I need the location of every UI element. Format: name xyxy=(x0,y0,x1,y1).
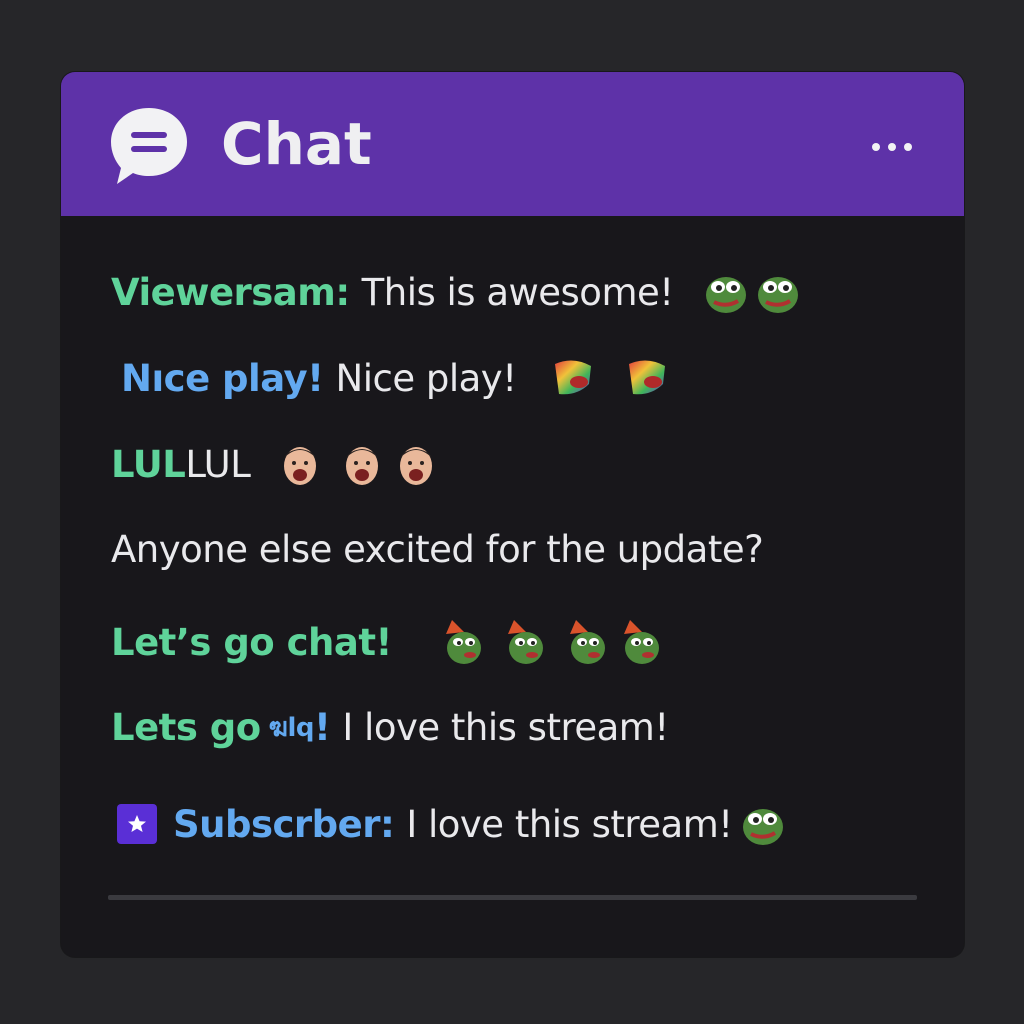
username[interactable]: LUL xyxy=(111,443,186,486)
laughing-face-icon xyxy=(392,440,440,488)
rainbow-pogchamp-icon xyxy=(549,354,597,402)
chat-message: Let’s go chat! xyxy=(111,618,666,666)
message-text: This is awesome! xyxy=(361,270,674,314)
laughing-face-icon xyxy=(276,440,324,488)
username[interactable]: Nıce play! xyxy=(121,357,324,400)
more-horizontal-icon[interactable] xyxy=(862,132,922,162)
subscriber-star-icon[interactable] xyxy=(117,804,157,844)
chat-message: Viewersam: This is awesome! xyxy=(111,268,802,316)
party-frog-icon xyxy=(440,618,488,666)
username-punctuation: ! xyxy=(314,706,331,749)
chat-message: Subscrber: I love this stream! xyxy=(117,800,787,848)
pepe-frog-icon xyxy=(702,268,750,316)
chat-messages: Viewersam: This is awesome! Nıce play! N… xyxy=(61,216,964,896)
message-text: I love this stream! xyxy=(342,706,669,749)
chat-message: LUL LUL xyxy=(111,440,440,488)
message-text: I love this stream! xyxy=(406,802,733,846)
rainbow-pogchamp-icon xyxy=(623,354,671,402)
chat-panel: Chat Viewersam: This is awesome! Nıce pl… xyxy=(61,72,964,957)
username[interactable]: Subscrber: xyxy=(173,803,395,846)
chat-message: Anyone else excited for the update? xyxy=(111,528,764,571)
username[interactable]: Lets go xyxy=(111,706,261,749)
party-frog-icon xyxy=(502,618,550,666)
pepe-frog-icon xyxy=(739,800,787,848)
message-text: LUL xyxy=(185,442,251,486)
chat-title: Chat xyxy=(221,110,372,178)
party-frog-icon xyxy=(564,618,612,666)
message-text: Nice play! xyxy=(335,356,518,400)
chat-message: Lets go ฆlq ! I love this stream! xyxy=(111,706,669,749)
chat-bubble-icon xyxy=(107,104,191,188)
message-text: Anyone else excited for the update? xyxy=(111,528,764,571)
laughing-face-icon xyxy=(338,440,386,488)
party-frog-icon xyxy=(618,618,666,666)
username[interactable]: Viewersam: xyxy=(111,271,350,314)
username[interactable]: Let’s go chat! xyxy=(111,621,392,664)
username-suffix: ฆlq xyxy=(268,713,315,743)
chat-divider xyxy=(108,895,917,900)
chat-message: Nıce play! Nice play! xyxy=(121,354,671,402)
chat-header: Chat xyxy=(61,72,964,216)
pepe-frog-icon xyxy=(754,268,802,316)
